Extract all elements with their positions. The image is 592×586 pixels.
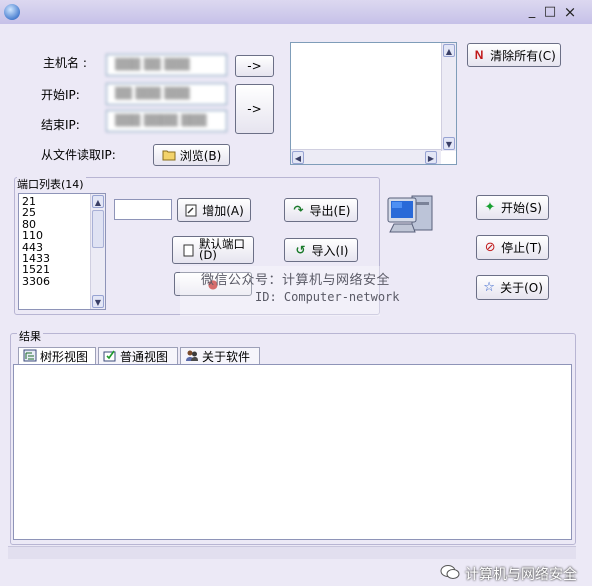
ip-list-hscroll[interactable]: ◀ ▶ bbox=[291, 149, 441, 164]
app-icon bbox=[4, 4, 20, 20]
port-input[interactable] bbox=[114, 199, 172, 220]
status-bar bbox=[8, 546, 576, 559]
bottom-watermark: 计算机与网络安全 bbox=[440, 564, 577, 584]
normal-view-icon bbox=[103, 349, 117, 365]
import-label: 导入(I) bbox=[311, 243, 349, 258]
minimize-button[interactable]: _ bbox=[525, 5, 539, 19]
tab-tree-view[interactable]: 树形视图 bbox=[18, 347, 96, 365]
tab-about-software[interactable]: 关于软件 bbox=[180, 347, 260, 365]
start-label: 开始(S) bbox=[501, 201, 542, 215]
default-ports-shortcut: (D) bbox=[199, 248, 217, 262]
stop-button[interactable]: ⊘ 停止(T) bbox=[476, 235, 549, 260]
default-ports-button[interactable]: 默认端口 (D) bbox=[172, 236, 254, 264]
scroll-down-icon[interactable]: ▼ bbox=[443, 137, 455, 150]
scroll-down-icon[interactable]: ▼ bbox=[92, 295, 104, 308]
close-button[interactable]: × bbox=[563, 5, 577, 20]
results-pane[interactable] bbox=[13, 364, 572, 540]
people-icon bbox=[185, 349, 199, 365]
start-button[interactable]: ✦ 开始(S) bbox=[476, 195, 549, 220]
document-icon bbox=[181, 243, 195, 257]
ip-list-vscroll[interactable]: ▲ ▼ bbox=[441, 43, 456, 151]
clear-all-button[interactable]: N 清除所有(C) bbox=[467, 43, 561, 67]
run-icon: ✦ bbox=[484, 200, 496, 215]
end-ip-label: 结束IP: bbox=[41, 118, 80, 132]
tab-about-software-label: 关于软件 bbox=[202, 350, 251, 364]
port-list[interactable]: 21 25 80 110 443 1433 1521 3306 ▲ ▼ bbox=[18, 193, 106, 310]
clear-all-label: 清除所有(C) bbox=[490, 48, 556, 63]
import-button[interactable]: ↺ 导入(I) bbox=[284, 238, 358, 262]
about-label: 关于(O) bbox=[500, 281, 543, 295]
start-ip-label: 开始IP: bbox=[41, 88, 80, 102]
clear-icon: N bbox=[474, 48, 484, 62]
watermark-line2: ID: Computer-network bbox=[255, 290, 400, 304]
add-icon bbox=[184, 203, 198, 217]
browse-button-label: 浏览(B) bbox=[179, 148, 222, 163]
maximize-button[interactable]: □ bbox=[543, 5, 557, 19]
browse-button[interactable]: 浏览(B) bbox=[153, 144, 230, 166]
stop-icon: ⊘ bbox=[484, 240, 496, 255]
import-icon: ↺ bbox=[295, 243, 306, 257]
host-input[interactable]: ▒▒▒ ▒▒ ▒▒▒ bbox=[106, 54, 227, 76]
scroll-left-icon[interactable]: ◀ bbox=[292, 151, 304, 164]
scroll-thumb[interactable] bbox=[92, 210, 104, 248]
about-button[interactable]: ☆ 关于(O) bbox=[476, 275, 549, 300]
star-icon: ☆ bbox=[483, 280, 495, 295]
wechat-icon bbox=[440, 564, 460, 584]
tab-normal-view-label: 普通视图 bbox=[120, 350, 169, 364]
start-ip-input[interactable]: ▒▒ ▒▒▒ ▒▒▒ bbox=[106, 83, 227, 105]
results-group-label: 结果 bbox=[17, 328, 43, 344]
export-button[interactable]: ↷ 导出(E) bbox=[284, 198, 358, 222]
watermark-line1: 微信公众号：计算机与网络安全 bbox=[201, 273, 391, 288]
tab-normal-view[interactable]: 普通视图 bbox=[98, 347, 178, 365]
scroll-up-icon[interactable]: ▲ bbox=[443, 44, 455, 57]
tab-tree-view-label: 树形视图 bbox=[40, 350, 89, 364]
stop-label: 停止(T) bbox=[501, 241, 542, 255]
folder-icon bbox=[162, 148, 176, 162]
from-file-label: 从文件读取IP: bbox=[41, 148, 116, 162]
ports-group-label: 端口列表(14) bbox=[17, 176, 86, 192]
ip-list-box[interactable]: ▲ ▼ ◀ ▶ bbox=[290, 42, 457, 165]
port-list-vscroll[interactable]: ▲ ▼ bbox=[90, 194, 105, 309]
tree-view-icon bbox=[23, 349, 37, 365]
scroll-up-icon[interactable]: ▲ bbox=[92, 195, 104, 208]
scroll-right-icon[interactable]: ▶ bbox=[425, 151, 437, 164]
add-port-label: 增加(A) bbox=[202, 203, 244, 218]
add-range-arrow-button[interactable]: -> bbox=[235, 84, 274, 134]
title-bar: _ □ × bbox=[0, 0, 592, 24]
add-host-arrow-button[interactable]: -> bbox=[235, 55, 274, 77]
computer-icon bbox=[386, 190, 438, 240]
end-ip-input[interactable]: ▒▒▒ ▒▒▒▒ ▒▒▒ bbox=[106, 110, 227, 132]
export-icon: ↷ bbox=[293, 203, 304, 217]
add-port-button[interactable]: 增加(A) bbox=[177, 198, 251, 222]
app-window: _ □ × 主机名 : ▒▒▒ ▒▒ ▒▒▒ -> 开始IP: ▒▒ ▒▒▒ ▒… bbox=[0, 0, 592, 586]
bottom-watermark-label: 计算机与网络安全 bbox=[465, 567, 577, 583]
host-label: 主机名 : bbox=[43, 56, 87, 70]
export-label: 导出(E) bbox=[309, 203, 351, 218]
